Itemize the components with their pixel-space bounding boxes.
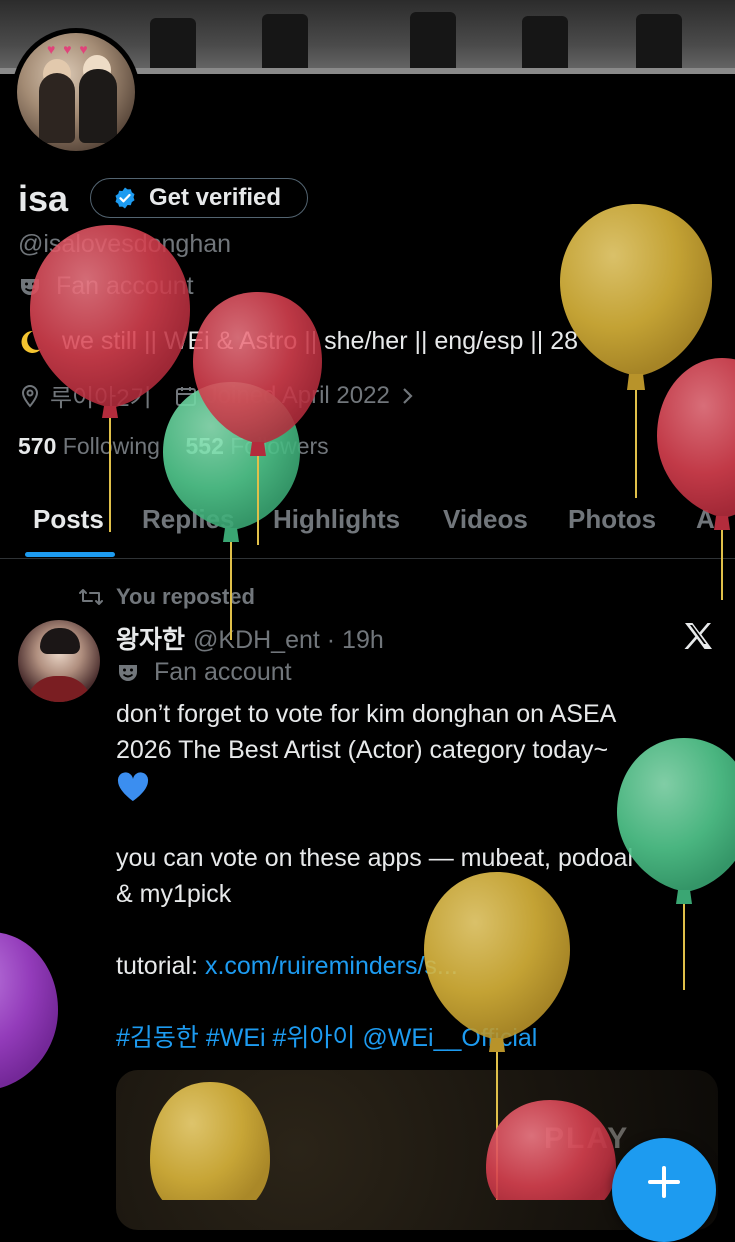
plus-icon	[648, 1166, 680, 1198]
balloon-purple	[0, 932, 58, 1088]
followers-label: Followers	[230, 433, 329, 459]
post-hashtags[interactable]: #김동한 #WEi #위아이 @WEi__Official	[116, 1020, 716, 1056]
tab-replies[interactable]: Replies	[142, 504, 235, 535]
balloon-yellow	[560, 204, 712, 498]
media-play-label: PLAY	[544, 1122, 630, 1155]
post-author-name[interactable]: 왕자한	[116, 620, 185, 656]
blue-heart-emoji	[116, 768, 716, 804]
tutorial-label: tutorial:	[116, 952, 205, 980]
profile-bio: we still || WEi & Astro || she/her || en…	[18, 327, 578, 356]
tab-articles[interactable]: A	[696, 504, 715, 535]
repost-indicator: You reposted	[78, 584, 255, 610]
follow-stats: 570 Following 552 Followers	[18, 433, 329, 460]
followers-count: 552	[185, 433, 224, 459]
repost-label: You reposted	[116, 584, 255, 609]
location-pin-icon	[21, 384, 39, 408]
profile-meta: 루이아2기 Joined April 2022	[18, 378, 416, 413]
post-text-line: 2026 The Best Artist (Actor) category to…	[116, 736, 609, 764]
post-text-line: & my1pick	[116, 880, 232, 908]
tutorial-link[interactable]: x.com/ruireminders/s...	[205, 952, 458, 980]
theater-mask-icon	[21, 278, 39, 295]
post-author-category: Fan account	[116, 658, 292, 687]
x-logo-icon	[684, 623, 712, 649]
following-count: 570	[18, 433, 57, 459]
tab-highlights[interactable]: Highlights	[273, 504, 400, 535]
post-category-label: Fan account	[154, 658, 292, 686]
tab-photos[interactable]: Photos	[568, 504, 656, 535]
verified-badge-icon	[115, 187, 135, 209]
post-header: 왕자한 @KDH_ent · 19h	[116, 620, 384, 656]
theater-mask-icon	[119, 664, 137, 681]
profile-tabs: Posts Replies Highlights Videos Photos A	[0, 486, 735, 559]
profile-handle: @isalovesdonghan	[18, 230, 232, 258]
post-text-line: you can vote on these apps — mubeat, pod…	[116, 844, 634, 872]
profile-name: isa	[18, 178, 69, 219]
compose-button[interactable]	[612, 1138, 716, 1242]
post-body: don’t forget to vote for kim donghan on …	[116, 696, 716, 1056]
profile-joined: Joined April 2022	[205, 381, 390, 409]
post-tutorial-line: tutorial: x.com/ruireminders/s...	[116, 948, 716, 984]
profile-avatar[interactable]: ♥ ♥ ♥	[12, 28, 140, 156]
repost-icon	[79, 589, 103, 605]
following-label: Following	[62, 433, 160, 459]
chevron-right-icon[interactable]	[400, 386, 416, 406]
tab-posts[interactable]: Posts	[33, 504, 104, 535]
post-author-avatar[interactable]	[18, 620, 100, 702]
get-verified-button[interactable]: Get verified	[90, 178, 308, 218]
calendar-icon	[175, 386, 196, 406]
tab-videos[interactable]: Videos	[443, 504, 528, 535]
profile-bio-text: we still || WEi & Astro || she/her || en…	[62, 327, 579, 355]
profile-category-label: Fan account	[56, 272, 194, 300]
post-handle-time[interactable]: @KDH_ent · 19h	[193, 626, 384, 655]
balloon-red	[657, 358, 735, 600]
followers-link[interactable]: 552 Followers	[185, 433, 328, 459]
following-link[interactable]: 570 Following	[18, 433, 160, 459]
profile-category: Fan account	[18, 272, 194, 301]
post-text-line: don’t forget to vote for kim donghan on …	[116, 700, 617, 728]
active-tab-indicator	[25, 552, 115, 557]
profile-location: 루이아2기	[50, 385, 152, 412]
get-verified-label: Get verified	[149, 184, 282, 211]
crescent-moon-icon	[21, 330, 41, 353]
